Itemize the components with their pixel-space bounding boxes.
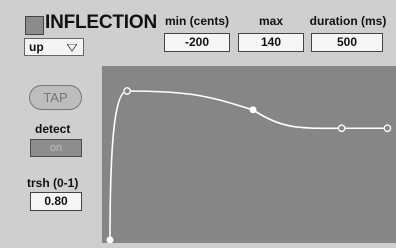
threshold-field[interactable]: 0.80: [30, 192, 82, 211]
envelope-editor[interactable]: [102, 66, 396, 244]
envelope-curve: [109, 90, 388, 241]
duration-label: duration (ms): [309, 14, 387, 28]
direction-value: up: [29, 40, 44, 54]
envelope-breakpoint-handle[interactable]: [123, 87, 132, 95]
threshold-label: trsh (0-1): [27, 176, 79, 190]
direction-dropdown[interactable]: up: [24, 38, 84, 56]
detect-toggle[interactable]: on: [30, 139, 82, 157]
envelope-breakpoint-handle[interactable]: [249, 106, 257, 114]
module-title: INFLECTION: [45, 12, 157, 33]
envelope-breakpoint-handle[interactable]: [106, 236, 114, 244]
tap-button[interactable]: TAP: [29, 85, 82, 110]
color-swatch[interactable]: [25, 16, 44, 35]
envelope-curve-canvas[interactable]: [102, 66, 396, 244]
max-label: max: [258, 14, 284, 28]
max-field[interactable]: 140: [238, 33, 304, 52]
min-cents-label: min (cents): [164, 14, 229, 28]
envelope-breakpoint-handle[interactable]: [383, 124, 392, 133]
detect-label: detect: [35, 122, 71, 136]
envelope-breakpoint-handle[interactable]: [337, 124, 346, 133]
chevron-down-icon: [67, 44, 77, 52]
min-cents-field[interactable]: -200: [164, 33, 230, 52]
duration-field[interactable]: 500: [311, 33, 383, 52]
